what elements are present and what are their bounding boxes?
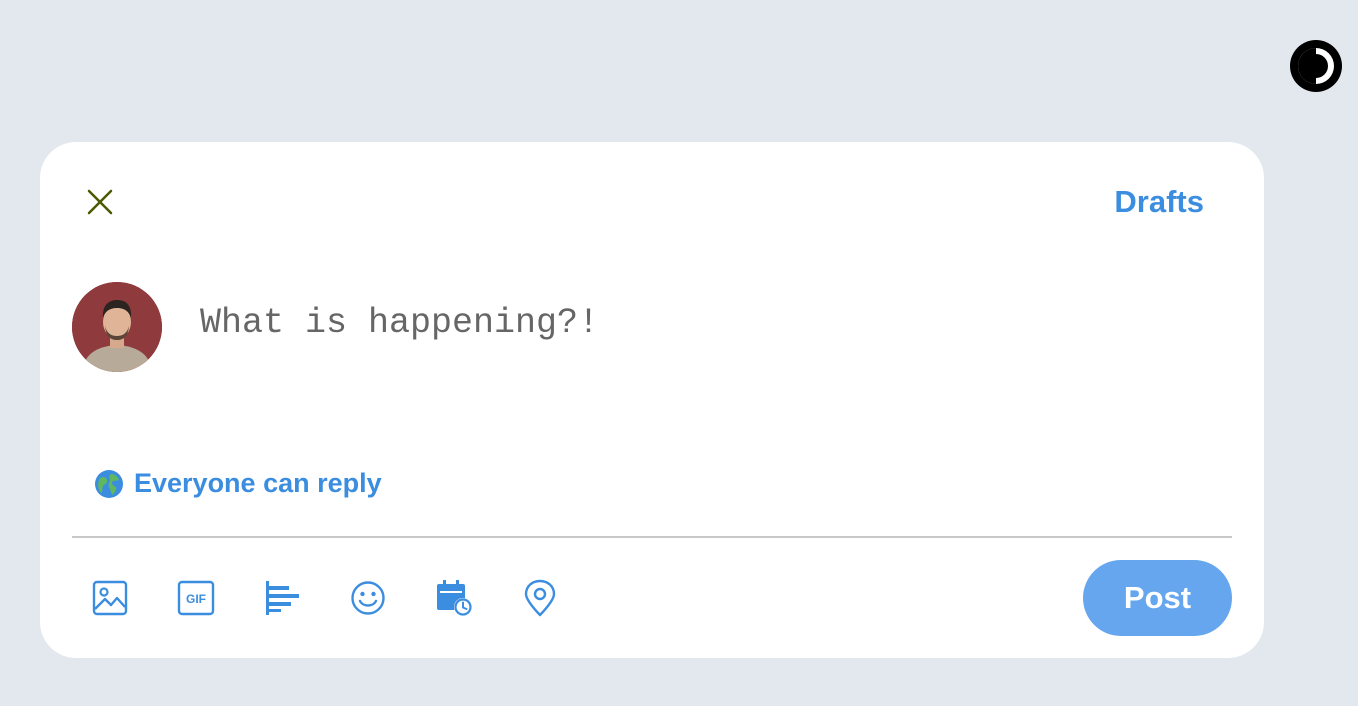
reply-setting-button[interactable]: Everyone can reply (94, 468, 382, 499)
user-photo (72, 282, 162, 372)
emoji-button[interactable] (348, 578, 388, 618)
reply-setting-label: Everyone can reply (134, 468, 382, 498)
contrast-icon (1290, 40, 1342, 92)
location-button[interactable] (520, 578, 560, 618)
emoji-icon (351, 581, 385, 615)
composer-toolbar: GIF (90, 576, 606, 620)
gif-icon: GIF (177, 580, 215, 616)
media-button[interactable] (90, 578, 130, 618)
gif-button[interactable]: GIF (176, 578, 216, 618)
post-button[interactable]: Post (1083, 560, 1232, 636)
divider (72, 536, 1232, 538)
poll-button[interactable] (262, 578, 302, 618)
gif-icon-text: GIF (186, 592, 206, 606)
poll-icon (266, 581, 299, 615)
drafts-button[interactable]: Drafts (1114, 184, 1204, 220)
schedule-icon (437, 580, 472, 616)
theme-toggle-button[interactable] (1288, 38, 1344, 94)
schedule-button[interactable] (434, 578, 474, 618)
close-button[interactable] (80, 182, 120, 222)
globe-icon (94, 469, 124, 499)
post-composer: Drafts Everyone can reply (40, 142, 1264, 658)
post-text-input[interactable] (200, 298, 1200, 348)
image-icon (92, 580, 128, 616)
location-icon (524, 579, 556, 617)
close-icon (87, 189, 113, 215)
avatar (72, 282, 162, 372)
